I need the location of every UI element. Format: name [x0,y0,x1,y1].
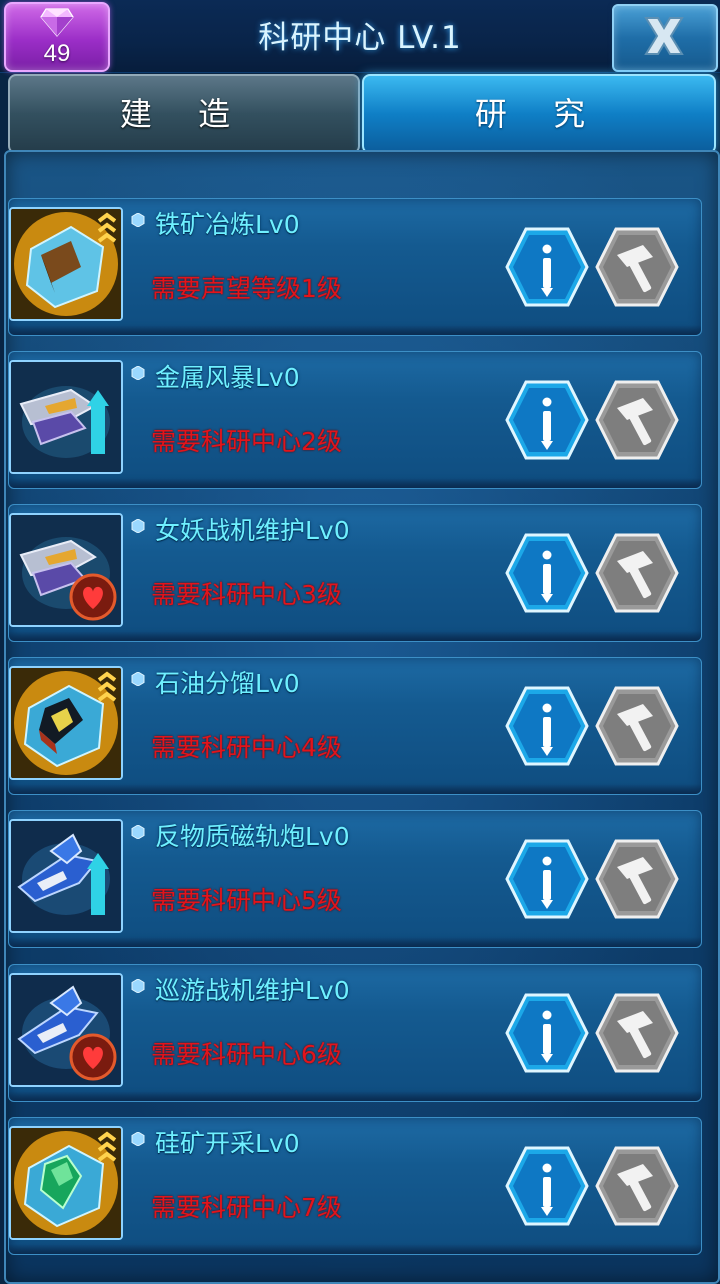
info-button[interactable] [505,991,589,1075]
list-item: 硅矿开采Lv0 需要科研中心7级 [8,1117,702,1255]
info-button[interactable] [505,531,589,615]
row-divider [9,631,701,641]
research-requirement: 需要科研中心5级 [151,886,342,915]
info-button[interactable] [505,378,589,462]
close-button[interactable] [612,4,718,72]
list-item: 女妖战机维护Lv0 需要科研中心3级 [8,504,702,642]
bullet-hexagon-icon [131,366,145,380]
research-name: 金属风暴Lv0 [155,363,300,392]
oil-cube-icon[interactable] [9,666,123,780]
research-requirement: 需要科研中心3级 [151,580,342,609]
top-bar: 49 科研中心 LV.1 [0,0,720,73]
list-item: 金属风暴Lv0 需要科研中心2级 [8,351,702,489]
hammer-build-button[interactable] [595,684,679,768]
research-name: 硅矿开采Lv0 [155,1129,300,1158]
bullet-hexagon-icon [131,979,145,993]
research-name: 巡游战机维护Lv0 [155,976,350,1005]
row-divider [9,1091,701,1101]
bullet-hexagon-icon [131,519,145,533]
silicon-crystal-cube-icon[interactable] [9,1126,123,1240]
row-divider [9,478,701,488]
hammer-build-button[interactable] [595,225,679,309]
info-button[interactable] [505,225,589,309]
row-divider [9,1244,701,1254]
list-item: 铁矿冶炼Lv0 需要声望等级1级 [8,198,702,336]
tab-build[interactable]: 建 造 [8,74,360,154]
info-button[interactable] [505,837,589,921]
blue-jet-upgrade-icon[interactable] [9,819,123,933]
hammer-build-button[interactable] [595,837,679,921]
fighter-jet-upgrade-icon[interactable] [9,360,123,474]
research-requirement: 需要科研中心2级 [151,427,342,456]
gem-count: 49 [43,40,71,67]
blue-jet-repair-heart-icon[interactable] [9,973,123,1087]
bullet-hexagon-icon [131,213,145,227]
hammer-build-button[interactable] [595,378,679,462]
info-button[interactable] [505,684,589,768]
tab-research[interactable]: 研 究 [362,74,716,154]
bullet-hexagon-icon [131,825,145,839]
hammer-build-button[interactable] [595,1144,679,1228]
list-item: 石油分馏Lv0 需要科研中心4级 [8,657,702,795]
close-icon [644,17,684,55]
diamond-gem-icon [40,8,74,37]
research-name: 石油分馏Lv0 [155,669,300,698]
hammer-build-button[interactable] [595,991,679,1075]
row-divider [9,325,701,335]
research-name: 女妖战机维护Lv0 [155,516,350,545]
bullet-hexagon-icon [131,672,145,686]
research-requirement: 需要科研中心6级 [151,1040,342,1069]
row-divider [9,784,701,794]
research-name: 铁矿冶炼Lv0 [155,210,300,239]
research-requirement: 需要科研中心4级 [151,733,342,762]
research-name: 反物质磁轨炮Lv0 [155,822,350,851]
iron-ore-cube-icon[interactable] [9,207,123,321]
gem-counter[interactable]: 49 [4,2,110,72]
bullet-hexagon-icon [131,1132,145,1146]
info-button[interactable] [505,1144,589,1228]
research-requirement: 需要科研中心7级 [151,1193,342,1222]
list-item: 反物质磁轨炮Lv0 需要科研中心5级 [8,810,702,948]
hammer-build-button[interactable] [595,531,679,615]
research-requirement: 需要声望等级1级 [151,274,342,303]
list-item: 巡游战机维护Lv0 需要科研中心6级 [8,964,702,1102]
fighter-jet-repair-heart-icon[interactable] [9,513,123,627]
row-divider [9,937,701,947]
page-title: 科研中心 LV.1 [258,20,462,56]
